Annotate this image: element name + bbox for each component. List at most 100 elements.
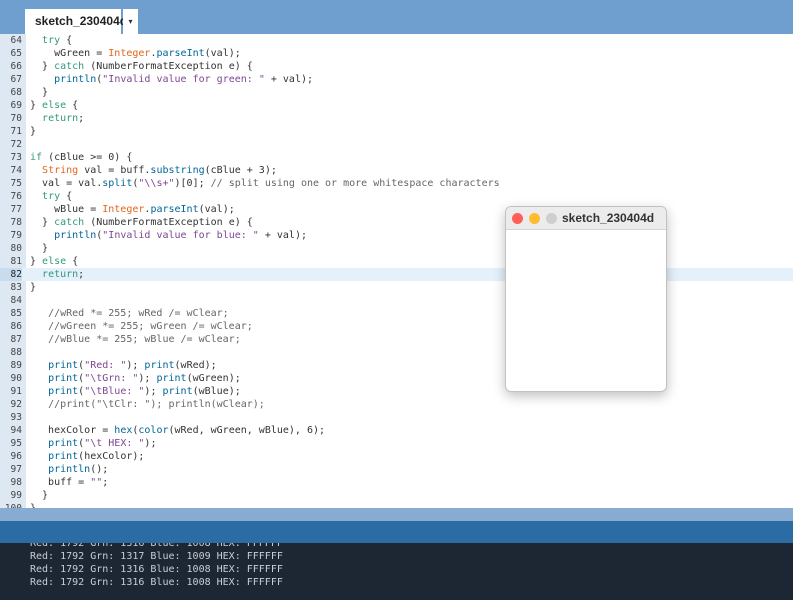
code-text: try { [30,34,72,47]
code-token: (wRed); [174,360,217,371]
code-line[interactable]: 73 if (cBlue >= 0) { [0,151,793,164]
line-number: 82 [0,268,22,281]
code-line[interactable]: 95 print("\t HEX: "); [0,437,793,450]
code-line[interactable]: 72 [0,138,793,151]
code-token: } [30,87,49,98]
line-number: 96 [10,451,22,462]
code-line[interactable]: 90 print("\tGrn: "); print(wGreen); [0,372,793,385]
code-token: else [42,100,67,111]
code-text: println("Invalid value for blue: " + val… [30,229,307,242]
code-token: (); [90,464,109,475]
code-text: print("\t HEX: "); [30,437,156,450]
code-token: } [30,282,37,293]
code-token: split [102,178,133,189]
code-line[interactable]: 64 try { [0,34,793,47]
tab-menu-chevron-down-icon[interactable]: ▾ [123,9,138,34]
code-line[interactable]: 83} [0,281,793,294]
code-line[interactable]: 88 [0,346,793,359]
line-number: 88 [10,347,22,358]
sketch-window[interactable]: sketch_230404d [505,206,667,392]
code-line[interactable]: 98 buff = ""; [0,476,793,489]
code-text: } else { [30,99,78,112]
line-number: 98 [10,477,22,488]
code-token: + val); [264,74,314,85]
code-line[interactable]: 76 try { [0,190,793,203]
code-line[interactable]: 96 print(hexColor); [0,450,793,463]
console-line: Red: 1792 Grn: 1316 Blue: 1008 HEX: FFFF… [30,543,283,549]
code-token: buff = [30,477,91,488]
line-number: 67 [10,74,22,85]
code-line[interactable]: 78 } catch (NumberFormatException e) { [0,216,793,229]
code-text: //wGreen *= 255; wGreen /= wClear; [30,320,253,333]
code-line[interactable]: 71} [0,125,793,138]
code-line[interactable]: 94 hexColor = hex(color(wRed, wGreen, wB… [0,424,793,437]
code-line[interactable]: 70 return; [0,112,793,125]
code-line[interactable]: 99 } [0,489,793,502]
code-token: } [30,61,55,72]
line-number: 69 [10,100,22,111]
code-token: { [66,100,79,111]
line-number: 68 [10,87,22,98]
code-line[interactable]: 93 [0,411,793,424]
window-close-icon[interactable] [512,213,523,224]
code-token: (NumberFormatException e) { [84,217,253,228]
console-output: Red: 1792 Grn: 1316 Blue: 1008 HEX: FFFF… [0,543,793,600]
code-line[interactable]: 97 println(); [0,463,793,476]
code-editor[interactable]: 64 try {65 wGreen = Integer.parseInt(val… [0,34,793,508]
code-line[interactable]: 85 //wRed *= 255; wRed /= wClear; [0,307,793,320]
code-line[interactable]: 77 wBlue = Integer.parseInt(val); [0,203,793,216]
code-token: "Invalid value for green: " [102,74,265,85]
window-minimize-icon[interactable] [529,213,540,224]
line-number: 71 [10,126,22,137]
window-zoom-icon[interactable] [546,213,557,224]
sketch-window-titlebar[interactable]: sketch_230404d [506,207,666,230]
code-line[interactable]: 69 } else { [0,99,793,112]
line-number: 87 [10,334,22,345]
code-text: } [30,125,36,138]
code-line[interactable]: 67 println("Invalid value for green: " +… [0,73,793,86]
code-line[interactable]: 86 //wGreen *= 255; wGreen /= wClear; [0,320,793,333]
code-line[interactable]: 74 String val = buff.substring(cBlue + 3… [0,164,793,177]
code-line[interactable]: 80 } [0,242,793,255]
code-line[interactable]: 68 } [0,86,793,99]
code-text: //wRed *= 255; wRed /= wClear; [30,307,229,320]
code-line[interactable]: 75 val = val.split("\\s+")[0]; // split … [0,177,793,190]
code-token: try [42,191,61,202]
code-token: //wBlue *= 255; wBlue /= wClear; [48,334,241,345]
code-line[interactable]: 66 } catch (NumberFormatException e) { [0,60,793,73]
code-token: } [30,243,49,254]
code-text: } catch (NumberFormatException e) { [30,60,253,73]
code-line[interactable]: 91 print("\tBlue: "); print(wBlue); [0,385,793,398]
code-token: ; [102,477,109,488]
code-line[interactable]: 82 return; [0,268,793,281]
code-text: print(hexColor); [30,450,144,463]
code-text: print("\tBlue: "); print(wBlue); [30,385,241,398]
code-token: print [156,373,187,384]
code-line[interactable]: 65 wGreen = Integer.parseInt(val); [0,47,793,60]
code-token: return [42,269,79,280]
code-token: (cBlue + 3); [204,165,277,176]
code-token: print [48,373,79,384]
code-line[interactable]: 92 //print("\tClr: "); println(wClear); [0,398,793,411]
line-number: 73 [10,152,22,163]
code-token: print [48,438,79,449]
tab-sketch[interactable]: sketch_230404d [25,9,127,34]
code-text: print("Red: "); print(wRed); [30,359,217,372]
code-line[interactable]: 87 //wBlue *= 255; wBlue /= wClear; [0,333,793,346]
code-line[interactable]: 84 [0,294,793,307]
code-line[interactable]: 79 println("Invalid value for blue: " + … [0,229,793,242]
code-line[interactable]: 81} else { [0,255,793,268]
code-token: (wRed, wGreen, wBlue), 6); [168,425,326,436]
console-divider-handle[interactable] [0,521,793,543]
code-token: + val); [258,230,307,241]
code-line[interactable]: 89 print("Red: "); print(wRed); [0,359,793,372]
line-number: 90 [10,373,22,384]
code-text: } else { [30,255,78,268]
line-number: 77 [10,204,22,215]
